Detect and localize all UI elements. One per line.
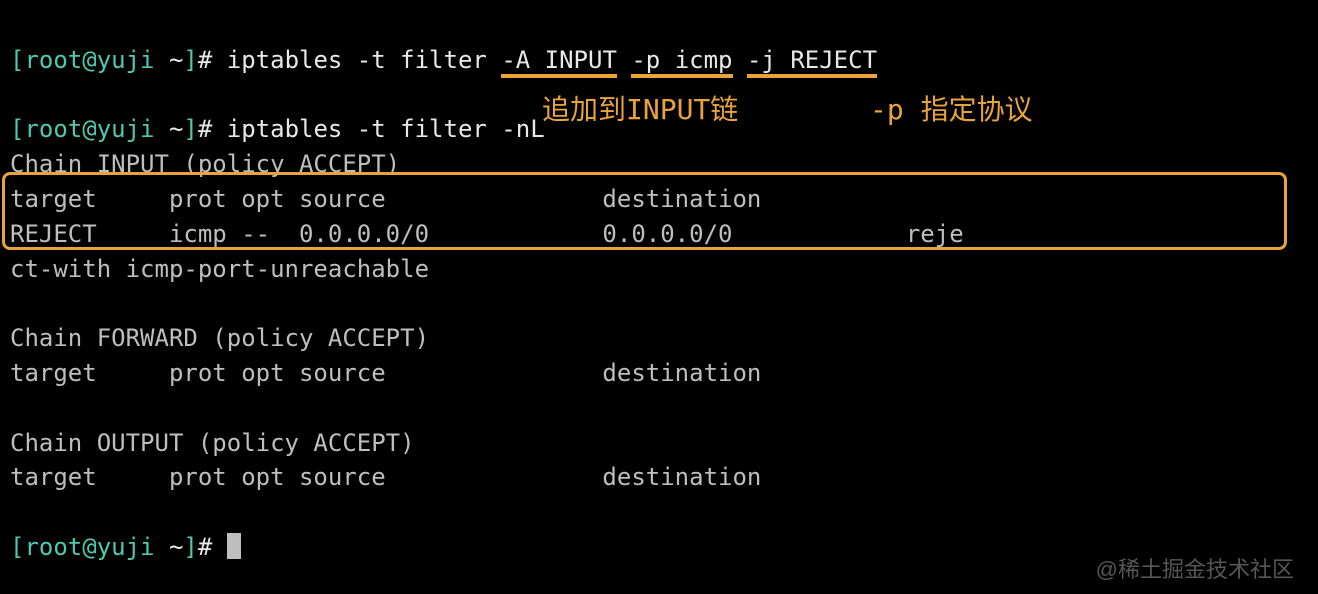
prompt-close: ] xyxy=(183,533,197,561)
chain-input-cols: target prot opt source destination xyxy=(10,182,1308,217)
cmd1-flag-p: -p icmp xyxy=(631,46,732,78)
prompt-user-host: root@yuji xyxy=(24,533,154,561)
prompt-symbol: # xyxy=(198,46,227,74)
chain-input-row1a: REJECT icmp -- 0.0.0.0/0 0.0.0.0/0 reje xyxy=(10,217,1308,252)
chain-forward-cols: target prot opt source destination xyxy=(10,356,1308,391)
chain-output-header: Chain OUTPUT (policy ACCEPT) xyxy=(10,426,1308,461)
prompt-symbol: # xyxy=(198,115,227,143)
cmd1-sep2 xyxy=(733,46,747,74)
cmd1-flag-j: -j REJECT xyxy=(747,46,877,78)
chain-output-cols: target prot opt source destination xyxy=(10,460,1308,495)
prompt-close: ] xyxy=(183,46,197,74)
prompt-open: [ xyxy=(10,533,24,561)
command-line-1[interactable]: [root@yuji ~]# iptables -t filter -A INP… xyxy=(10,8,1308,78)
cmd1-sep1 xyxy=(617,46,631,74)
chain-forward-header: Chain FORWARD (policy ACCEPT) xyxy=(10,321,1308,356)
prompt-user-host: root@yuji xyxy=(24,115,154,143)
blank-line-1 xyxy=(10,286,1308,321)
watermark-text: @稀土掘金技术社区 xyxy=(1096,554,1294,586)
prompt-path: ~ xyxy=(155,115,184,143)
cmd1-base: iptables -t filter xyxy=(227,46,502,74)
cmd1-flag-a: -A INPUT xyxy=(501,46,617,78)
prompt-user-host: root@yuji xyxy=(24,46,154,74)
cursor-icon xyxy=(227,533,241,559)
blank-line-2 xyxy=(10,391,1308,426)
cmd2-text: iptables -t filter -nL xyxy=(227,115,545,143)
prompt-symbol: # xyxy=(198,533,227,561)
prompt-path: ~ xyxy=(155,46,184,74)
prompt-close: ] xyxy=(183,115,197,143)
chain-input-row1b: ct-with icmp-port-unreachable xyxy=(10,252,1308,287)
chain-input-header: Chain INPUT (policy ACCEPT) xyxy=(10,147,1308,182)
prompt-open: [ xyxy=(10,115,24,143)
annotation-protocol: -p 指定协议 xyxy=(870,90,1033,131)
annotation-append-input: 追加到INPUT链 xyxy=(542,90,738,131)
prompt-open: [ xyxy=(10,46,24,74)
prompt-path: ~ xyxy=(155,533,184,561)
